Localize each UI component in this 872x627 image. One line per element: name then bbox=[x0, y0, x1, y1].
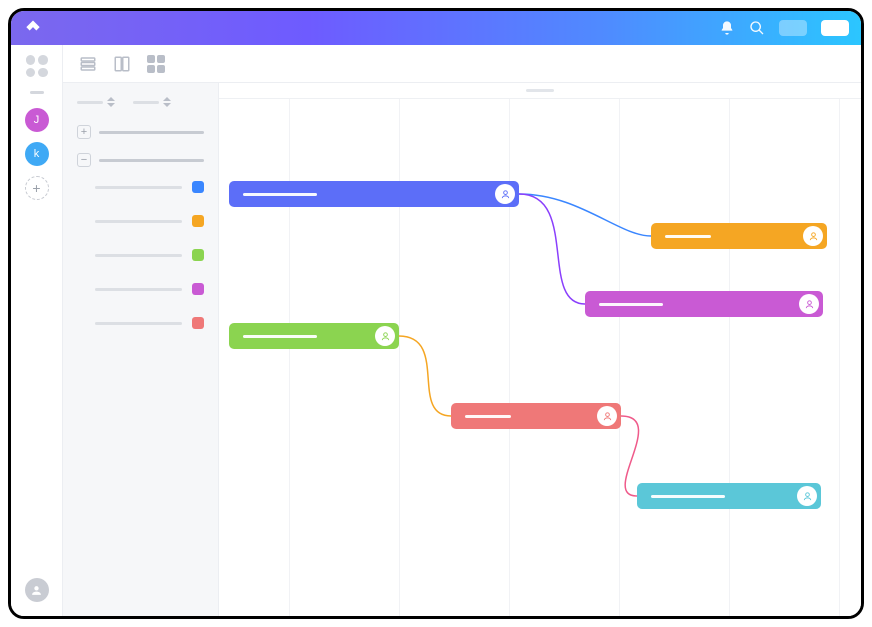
gantt-bar-label bbox=[243, 335, 317, 338]
task-color-swatch bbox=[192, 249, 204, 261]
gantt-bar-label bbox=[599, 303, 663, 306]
board-view-icon[interactable] bbox=[113, 55, 131, 73]
dependency-line bbox=[399, 336, 451, 416]
gantt-bar-label bbox=[465, 415, 511, 418]
list-view-icon[interactable] bbox=[79, 55, 97, 73]
gantt-bar[interactable] bbox=[651, 223, 827, 249]
assignee-avatar[interactable] bbox=[799, 294, 819, 314]
current-user-avatar[interactable] bbox=[25, 578, 49, 602]
assignee-avatar[interactable] bbox=[803, 226, 823, 246]
task-group-collapsed[interactable]: + bbox=[77, 125, 204, 139]
rail-collapse-icon[interactable] bbox=[30, 91, 44, 94]
task-color-swatch bbox=[192, 215, 204, 227]
task-color-swatch bbox=[192, 283, 204, 295]
assignee-avatar[interactable] bbox=[597, 406, 617, 426]
task-row[interactable] bbox=[95, 317, 204, 329]
workspace-avatar[interactable]: k bbox=[25, 142, 49, 166]
task-color-swatch bbox=[192, 317, 204, 329]
dependency-line bbox=[621, 416, 639, 496]
sort-control[interactable] bbox=[133, 97, 171, 107]
task-row[interactable] bbox=[95, 181, 204, 193]
search-icon[interactable] bbox=[749, 20, 765, 36]
task-row[interactable] bbox=[95, 283, 204, 295]
ruler-handle-icon[interactable] bbox=[526, 89, 554, 92]
gantt-bar[interactable] bbox=[229, 181, 519, 207]
gantt-bar[interactable] bbox=[451, 403, 621, 429]
sort-control[interactable] bbox=[77, 97, 115, 107]
gantt-bar-label bbox=[243, 193, 317, 196]
task-row[interactable] bbox=[95, 249, 204, 261]
gantt-bar-label bbox=[665, 235, 711, 238]
gantt-bar[interactable] bbox=[637, 483, 821, 509]
task-sidebar: + − bbox=[63, 83, 219, 616]
gantt-bar[interactable] bbox=[585, 291, 823, 317]
assignee-avatar[interactable] bbox=[797, 486, 817, 506]
gantt-canvas[interactable] bbox=[219, 83, 861, 616]
sort-controls bbox=[77, 97, 204, 107]
topbar-status-pill[interactable] bbox=[779, 20, 807, 36]
gantt-bar[interactable] bbox=[229, 323, 399, 349]
app-topbar bbox=[11, 11, 861, 45]
left-rail: Jk + bbox=[11, 45, 63, 616]
add-workspace-button[interactable]: + bbox=[25, 176, 49, 200]
topbar-action-pill[interactable] bbox=[821, 20, 849, 36]
grid-view-icon[interactable] bbox=[147, 55, 165, 73]
task-color-swatch bbox=[192, 181, 204, 193]
assignee-avatar[interactable] bbox=[375, 326, 395, 346]
task-group-expanded[interactable]: − bbox=[77, 153, 204, 167]
gantt-bar-label bbox=[651, 495, 725, 498]
timeline-ruler[interactable] bbox=[219, 83, 861, 99]
app-logo-icon bbox=[23, 18, 43, 38]
collapse-icon[interactable]: − bbox=[77, 153, 91, 167]
task-row[interactable] bbox=[95, 215, 204, 227]
assignee-avatar[interactable] bbox=[495, 184, 515, 204]
view-toolbar bbox=[63, 45, 861, 83]
bell-icon[interactable] bbox=[719, 20, 735, 36]
dependency-line bbox=[519, 194, 585, 304]
apps-icon[interactable] bbox=[26, 55, 48, 77]
expand-icon[interactable]: + bbox=[77, 125, 91, 139]
workspace-avatar[interactable]: J bbox=[25, 108, 49, 132]
dependency-line bbox=[519, 194, 651, 236]
